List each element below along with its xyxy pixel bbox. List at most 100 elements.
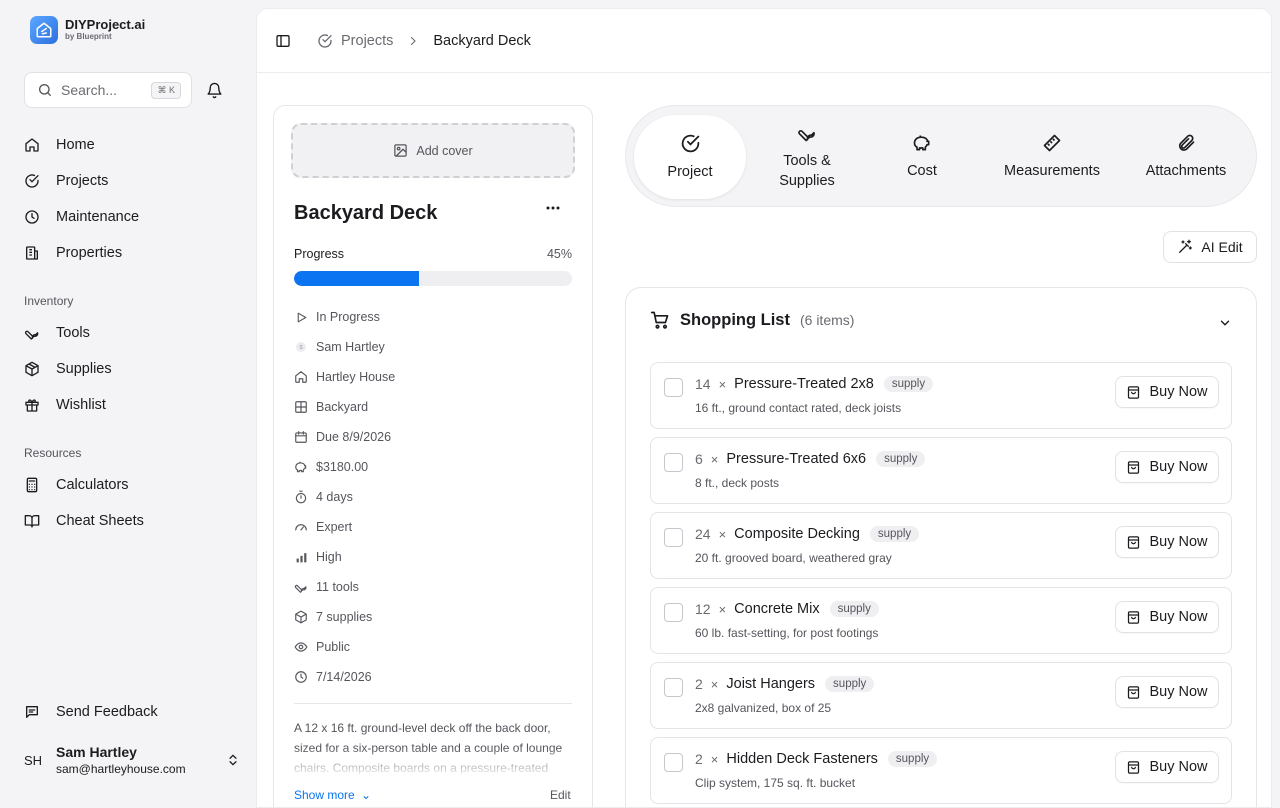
buy-now-button[interactable]: Buy Now	[1115, 526, 1219, 558]
item-name: Hidden Deck Fasteners	[726, 751, 878, 767]
send-feedback-button[interactable]: Send Feedback	[24, 694, 158, 730]
sidebar-item-calculators[interactable]: Calculators	[24, 467, 144, 503]
sidebar-item-tools[interactable]: Tools	[24, 315, 112, 351]
item-type-badge: supply	[876, 451, 926, 467]
sidebar-item-label: Properties	[56, 245, 123, 261]
meta-text: 7 supplies	[316, 610, 373, 624]
buy-now-label: Buy Now	[1149, 384, 1208, 400]
main-nav: Home Projects Maintenance Properties	[24, 127, 139, 271]
eye-icon	[294, 640, 308, 654]
times-icon: ×	[710, 676, 719, 692]
breadcrumb-parent-label: Projects	[341, 32, 394, 49]
item-quantity: 24	[695, 526, 711, 542]
item-checkbox[interactable]	[664, 528, 683, 547]
breadcrumb: Projects Backyard Deck	[317, 33, 531, 49]
sidebar-item-label: Home	[56, 137, 95, 153]
timer-icon	[294, 490, 308, 504]
sidebar-item-wishlist[interactable]: Wishlist	[24, 387, 112, 423]
tab-measurements[interactable]: Measurements	[988, 115, 1116, 199]
sidebar-item-projects[interactable]: Projects	[24, 163, 139, 199]
sidebar-item-label: Tools	[56, 325, 90, 341]
shopping-items: 14 × Pressure-Treated 2x8 supply 16 ft.,…	[650, 362, 1232, 807]
times-icon: ×	[710, 751, 719, 767]
inventory-nav: Inventory Tools Supplies Wishlist	[24, 287, 112, 423]
brand[interactable]: DIYProject.ai by Blueprint	[30, 16, 145, 44]
item-description: 16 ft., ground contact rated, deck joist…	[695, 401, 902, 415]
item-name: Pressure-Treated 6x6	[726, 451, 867, 467]
item-checkbox[interactable]	[664, 678, 683, 697]
buy-now-button[interactable]: Buy Now	[1115, 451, 1219, 483]
main-panel: Projects Backyard Deck Add cover Backyar…	[256, 8, 1272, 808]
ruler-icon	[1042, 133, 1062, 153]
sidebar-item-cheat-sheets[interactable]: Cheat Sheets	[24, 503, 144, 539]
progress-bar-fill	[294, 271, 420, 286]
item-checkbox[interactable]	[664, 603, 683, 622]
sidebar-toggle-icon[interactable]	[275, 33, 291, 49]
meta-due-date: Due 8/9/2026	[294, 422, 395, 452]
list-item: 12 × Concrete Mix supply 60 lb. fast-set…	[650, 587, 1232, 654]
wrench-icon	[24, 325, 40, 341]
meta-property: Hartley House	[294, 362, 395, 392]
brand-logo-icon	[30, 16, 58, 44]
sidebar-item-supplies[interactable]: Supplies	[24, 351, 112, 387]
project-details-card: Add cover Backyard Deck Progress 45% In …	[273, 105, 593, 807]
check-circle-icon	[24, 173, 40, 189]
times-icon: ×	[718, 601, 727, 617]
user-dot-icon: S	[294, 341, 308, 353]
shopping-bag-icon	[1126, 760, 1141, 775]
sidebar-item-label: Maintenance	[56, 209, 140, 225]
search-icon	[37, 82, 53, 98]
check-circle-icon	[680, 133, 701, 154]
tab-attachments[interactable]: Attachments	[1132, 115, 1240, 199]
resources-nav: Resources Calculators Cheat Sheets	[24, 439, 144, 539]
search-box[interactable]: ⌘ K	[24, 72, 192, 108]
shopping-cart-icon	[650, 310, 670, 330]
meta-text: High	[316, 550, 342, 564]
buy-now-button[interactable]: Buy Now	[1115, 751, 1219, 783]
tab-tools-supplies[interactable]: Tools & Supplies	[752, 115, 862, 199]
sidebar-item-maintenance[interactable]: Maintenance	[24, 199, 139, 235]
ai-edit-button[interactable]: AI Edit	[1163, 231, 1257, 263]
project-title: Backyard Deck	[294, 202, 438, 224]
chevron-down-icon[interactable]	[1218, 316, 1232, 330]
sidebar-item-home[interactable]: Home	[24, 127, 139, 163]
item-type-badge: supply	[869, 526, 920, 542]
more-options-button[interactable]	[546, 206, 560, 210]
buy-now-label: Buy Now	[1149, 534, 1208, 550]
meta-supplies: 7 supplies	[294, 602, 395, 632]
clock-icon	[24, 209, 40, 225]
item-checkbox[interactable]	[664, 453, 683, 472]
search-input[interactable]	[61, 82, 149, 98]
item-checkbox[interactable]	[664, 753, 683, 772]
item-checkbox[interactable]	[664, 378, 683, 397]
shopping-bag-icon	[1126, 610, 1141, 625]
house-icon	[294, 370, 308, 384]
piggy-bank-icon	[294, 460, 308, 474]
item-description: 2x8 galvanized, box of 25	[695, 701, 832, 715]
user-menu[interactable]: SH Sam Hartley sam@hartleyhouse.com	[24, 738, 240, 782]
breadcrumb-projects-link[interactable]: Projects	[317, 33, 393, 49]
ai-edit-label: AI Edit	[1201, 239, 1243, 255]
sidebar-item-properties[interactable]: Properties	[24, 235, 139, 271]
building-icon	[24, 245, 40, 261]
shopping-bag-icon	[1126, 385, 1141, 400]
tab-project[interactable]: Project	[634, 115, 746, 199]
buy-now-button[interactable]: Buy Now	[1115, 676, 1219, 708]
buy-now-button[interactable]: Buy Now	[1115, 376, 1219, 408]
check-circle-icon	[317, 33, 333, 49]
item-name: Composite Decking	[734, 526, 860, 542]
tab-cost[interactable]: Cost	[872, 115, 972, 199]
calendar-icon	[294, 430, 308, 444]
meta-text: Expert	[316, 520, 353, 534]
play-icon	[294, 311, 308, 324]
bell-icon[interactable]	[206, 82, 223, 99]
item-type-badge: supply	[883, 376, 934, 392]
meta-status: In Progress	[294, 302, 395, 332]
sidebar-item-label: Projects	[56, 173, 109, 189]
add-cover-button[interactable]: Add cover	[291, 123, 575, 178]
buy-now-button[interactable]: Buy Now	[1115, 601, 1219, 633]
brand-name: DIYProject.ai	[65, 17, 146, 32]
times-icon: ×	[710, 451, 719, 467]
item-description: 60 lb. fast-setting, for post footings	[695, 626, 879, 640]
project-tabs: Project Tools & Supplies Cost Measuremen…	[625, 105, 1257, 207]
